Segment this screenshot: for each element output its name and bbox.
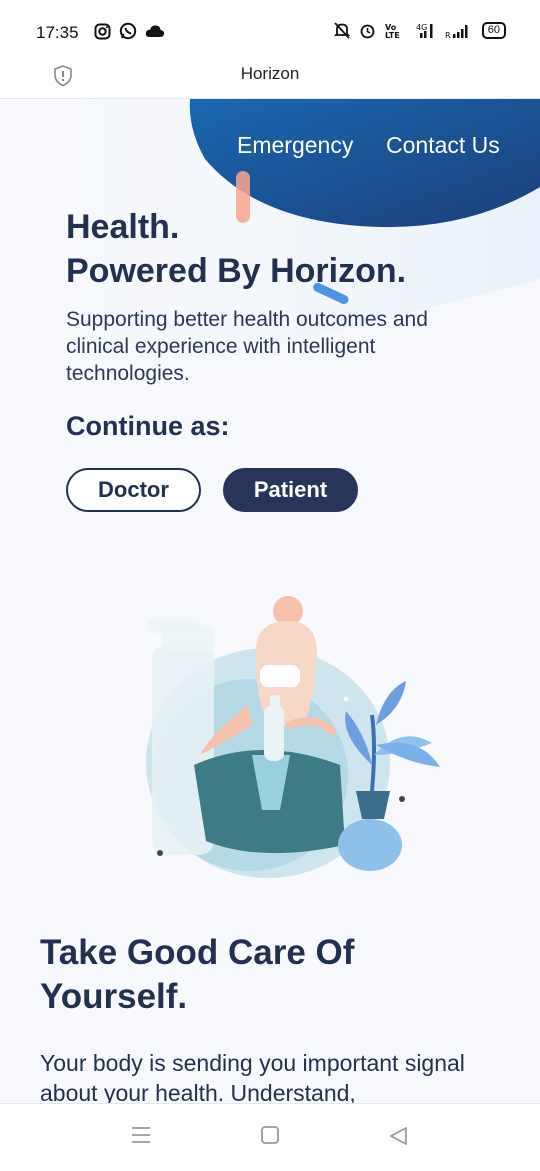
- status-time: 17:35: [36, 23, 79, 42]
- section-body: Your body is sending you important signa…: [40, 1050, 465, 1103]
- status-left-icons: [94, 22, 165, 40]
- page-title: Horizon: [240, 64, 300, 83]
- menu-icon[interactable]: [131, 1126, 151, 1144]
- main-content[interactable]: Emergency Contact Us Health. Powered By …: [0, 99, 540, 1103]
- svg-text:R: R: [445, 31, 451, 39]
- 4g-signal-icon: 4G: [416, 23, 433, 38]
- volte-icon: Vo LTE: [385, 23, 400, 39]
- svg-text:LTE: LTE: [385, 31, 400, 39]
- home-square-icon[interactable]: [260, 1126, 280, 1144]
- nav-contact-us-link[interactable]: Contact Us: [386, 132, 500, 159]
- nav-emergency-link[interactable]: Emergency: [237, 132, 353, 159]
- section-title: Take Good Care Of Yourself.: [40, 933, 355, 1016]
- instagram-icon: [94, 23, 111, 39]
- status-right-icons: Vo LTE 4G R 60: [333, 22, 506, 39]
- hero-title-line2: Powered By Horizon.: [66, 252, 407, 290]
- hero-title-line1: Health.: [66, 208, 180, 246]
- signal-r-icon: R: [445, 25, 468, 39]
- alarm-icon: [360, 24, 375, 39]
- browser-title-bar: Horizon: [0, 52, 540, 99]
- patient-button[interactable]: Patient: [223, 468, 358, 512]
- continue-as-label: Continue as:: [66, 411, 230, 441]
- hero-subtitle: Supporting better health outcomes and cl…: [66, 308, 428, 385]
- sanitizer-woman-illustration: [146, 596, 440, 878]
- mute-icon: [333, 22, 350, 39]
- battery-indicator: 60: [481, 22, 506, 39]
- doctor-button[interactable]: Doctor: [66, 468, 201, 512]
- back-triangle-icon[interactable]: [388, 1126, 408, 1146]
- system-nav-bar: [0, 1103, 540, 1171]
- whatsapp-icon: [119, 22, 137, 40]
- cloud-icon: [145, 25, 165, 37]
- svg-text:4G: 4G: [416, 23, 427, 32]
- hero-title: Health. Powered By Horizon.: [66, 205, 406, 293]
